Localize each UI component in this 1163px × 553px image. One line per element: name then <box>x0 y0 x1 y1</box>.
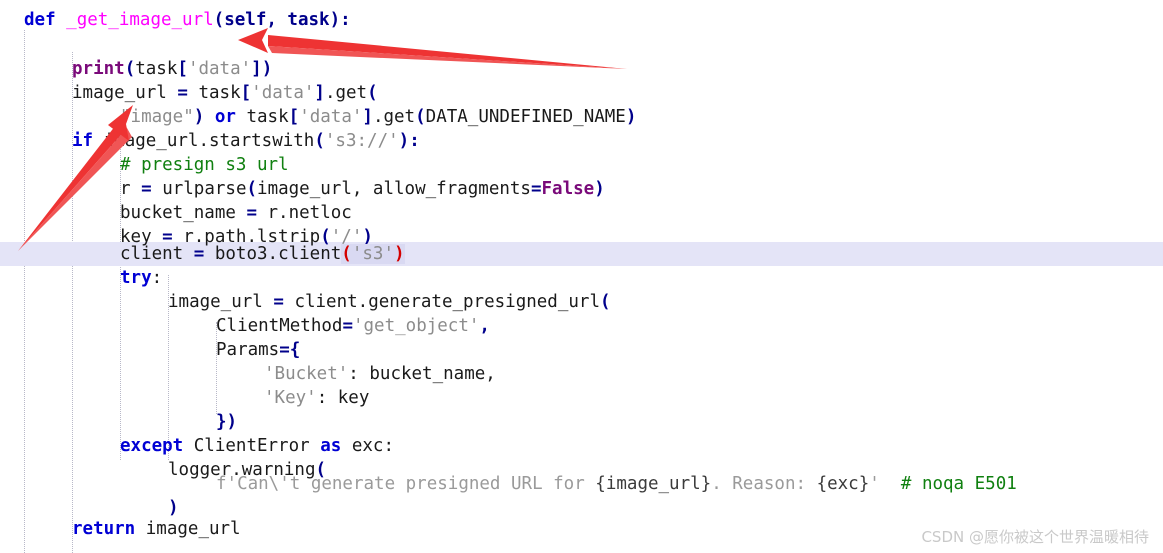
code-line-21[interactable]: f'Can\'t generate presigned URL for {ima… <box>0 472 1163 496</box>
dict-value-key: : key <box>316 388 370 408</box>
brace-open: { <box>289 340 301 360</box>
code-line-5[interactable]: "image") or task['data'].get(DATA_UNDEFI… <box>0 105 1163 129</box>
operator-assign: = <box>193 244 205 264</box>
dict-value-bucket: : bucket_name, <box>348 364 496 384</box>
kwarg-clientmethod: ClientMethod <box>216 316 343 336</box>
condition-expression: image_url.startswith('s3://'): <box>103 131 420 151</box>
code-line-14[interactable]: ClientMethod='get_object', <box>0 314 1163 338</box>
operator-assign: = <box>177 83 188 103</box>
code-line-18[interactable]: }) <box>0 410 1163 434</box>
keyword-def: def <box>24 10 56 30</box>
comma: , <box>479 316 490 336</box>
code-line-1[interactable]: def _get_image_url(self, task): <box>0 8 1163 32</box>
operator-assign: = <box>342 316 353 336</box>
function-name: _get_image_url <box>66 10 214 30</box>
keyword-if: if <box>72 131 94 151</box>
const-false: False <box>541 179 595 199</box>
operator-assign: = <box>279 340 290 360</box>
var-r: r <box>120 179 131 199</box>
comment-presign: # presign s3 url <box>120 155 289 175</box>
fstring-part-1: f'Can\'t generate presigned URL for <box>216 474 596 494</box>
colon: : <box>151 268 163 288</box>
kwarg-params: Params <box>216 340 280 360</box>
code-screenshot: def _get_image_url(self, task): print(ta… <box>0 0 1163 553</box>
code-line-17[interactable]: 'Key': key <box>0 386 1163 410</box>
keyword-or: or <box>214 107 236 127</box>
code-line-16[interactable]: 'Bucket': bucket_name, <box>0 362 1163 386</box>
keyword-return: return <box>72 519 136 539</box>
call-urlparse: urlparse(image_url, allow_fragments= <box>162 179 542 199</box>
code-line-2[interactable] <box>0 33 1163 57</box>
code-line-12[interactable]: try: <box>0 266 1163 290</box>
string-s3: 's3' <box>351 244 394 264</box>
code-line-7[interactable]: # presign s3 url <box>0 153 1163 177</box>
code-editor-area[interactable]: def _get_image_url(self, task): print(ta… <box>0 0 1163 553</box>
paren-close: ) <box>594 179 605 199</box>
code-line-6[interactable]: if image_url.startswith('s3://'): <box>0 129 1163 153</box>
assign-bucket-name: bucket_name = r.netloc <box>120 203 352 223</box>
call-expression: task['data'].get( <box>198 83 378 103</box>
call-boto3-client: boto3.client <box>214 244 342 264</box>
closing-brace-paren: }) <box>216 412 238 432</box>
fstring-expr-image-url: {image_url} <box>595 474 712 494</box>
operator-assign: = <box>141 179 152 199</box>
string-get-object: 'get_object' <box>352 316 480 336</box>
code-line-4[interactable]: image_url = task['data'].get( <box>0 81 1163 105</box>
code-line-15[interactable]: Params={ <box>0 338 1163 362</box>
fstring-part-2: . Reason: <box>711 474 817 494</box>
fstring-part-3: ' <box>869 474 880 494</box>
string-data: 'data' <box>187 59 252 79</box>
string-image: "image" <box>120 107 194 127</box>
call-expression: task['data'].get(DATA_UNDEFINED_NAME) <box>246 107 637 127</box>
code-line-11[interactable]: client = boto3.client('s3') <box>0 242 1163 266</box>
code-line-19[interactable]: except ClientError as exc: <box>0 434 1163 458</box>
return-value: image_url <box>145 519 241 539</box>
code-line-3[interactable]: print(task['data']) <box>0 57 1163 81</box>
exception-clienterror: ClientError <box>193 436 310 456</box>
function-params: (self, task): <box>213 10 351 30</box>
paren-open: ( <box>124 59 136 79</box>
csdn-watermark: CSDN @愿你被这个世界温暖相待 <box>921 528 1149 546</box>
builtin-print: print <box>72 59 125 79</box>
bracket-open: [ <box>177 59 188 79</box>
code-line-13[interactable]: image_url = client.generate_presigned_ur… <box>0 290 1163 314</box>
keyword-as: as <box>320 436 342 456</box>
string-key: 'Key' <box>264 388 317 408</box>
exception-alias: exc <box>351 436 384 456</box>
paren-close: ) <box>193 107 205 127</box>
matching-paren-open: ( <box>341 244 352 264</box>
keyword-except: except <box>120 436 184 456</box>
paren-close: ) <box>261 59 273 79</box>
colon: : <box>383 436 394 456</box>
fstring-expr-exc: {exc} <box>816 474 870 494</box>
comment-noqa: # noqa E501 <box>900 474 1017 494</box>
var-client: client <box>120 244 184 264</box>
keyword-try: try <box>120 268 152 288</box>
matching-paren-close: ) <box>394 244 405 264</box>
code-line-9[interactable]: bucket_name = r.netloc <box>0 201 1163 225</box>
assign-presigned-url: image_url = client.generate_presigned_ur… <box>168 292 611 312</box>
var-task: task <box>135 59 178 79</box>
var-image-url: image_url <box>72 83 167 103</box>
code-line-8[interactable]: r = urlparse(image_url, allow_fragments=… <box>0 177 1163 201</box>
string-bucket: 'Bucket' <box>264 364 349 384</box>
paren-close: ) <box>168 498 179 518</box>
bracket-close: ] <box>251 59 262 79</box>
